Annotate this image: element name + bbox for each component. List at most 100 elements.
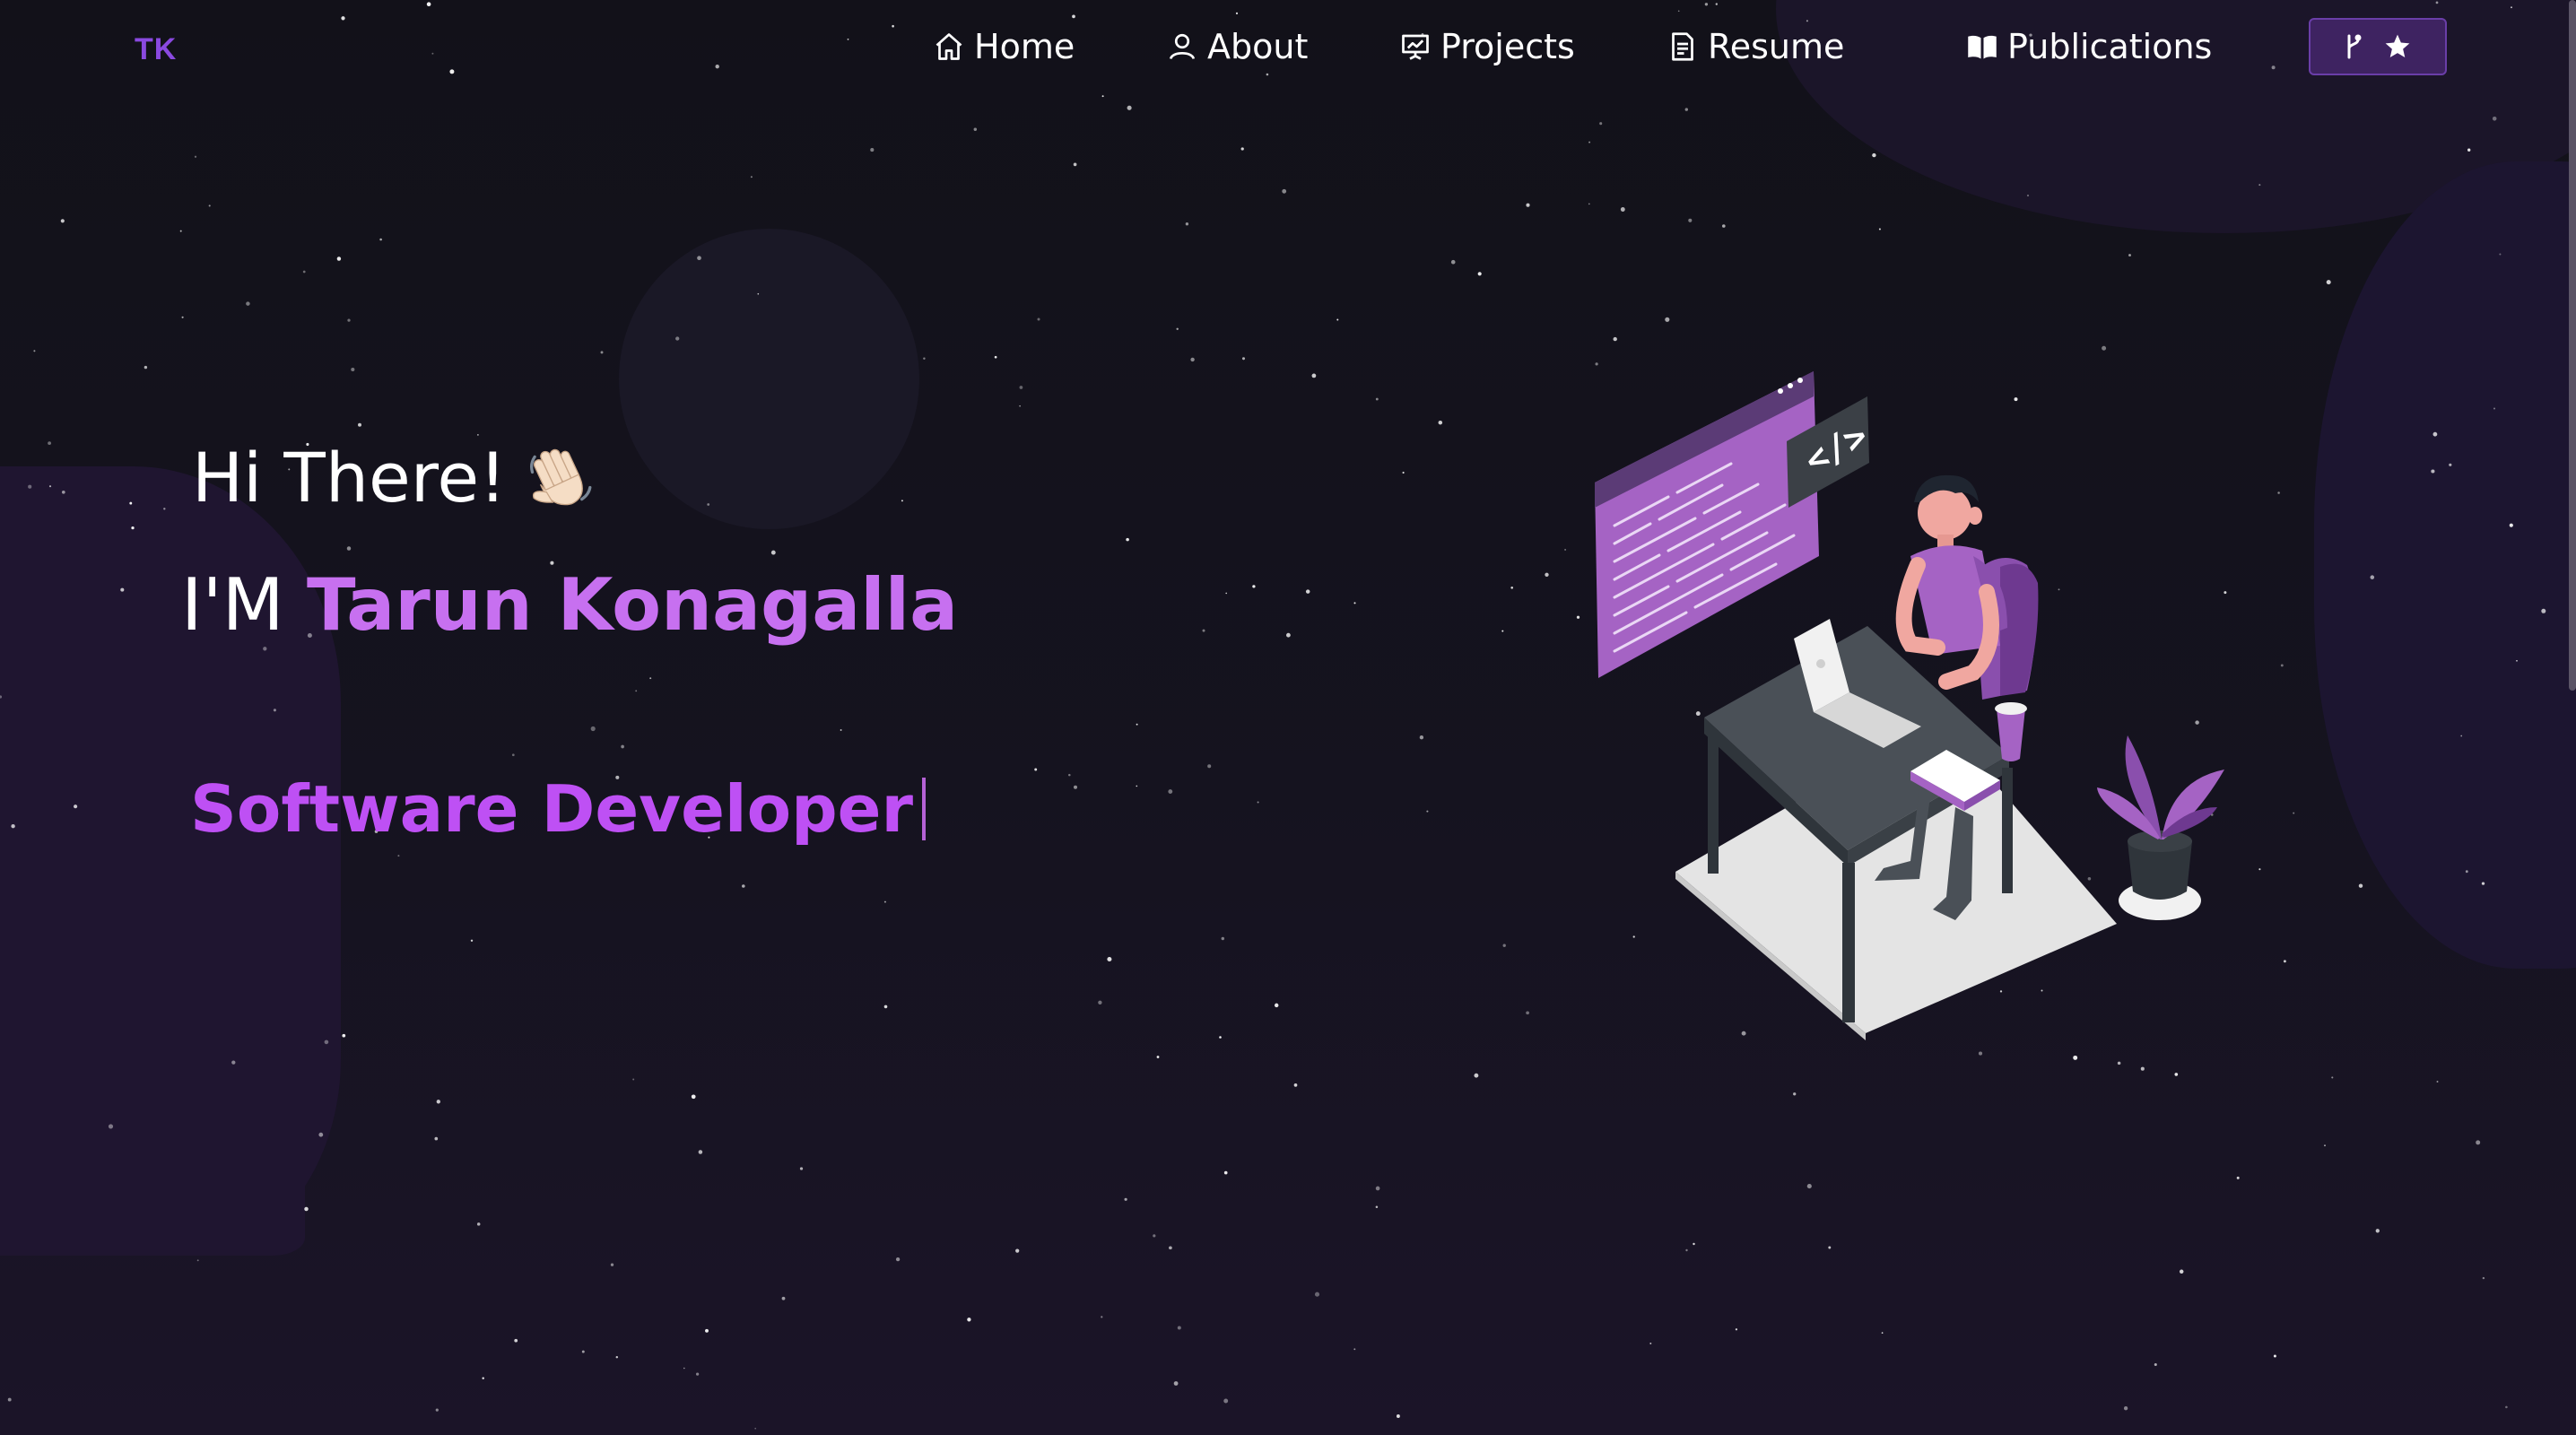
star [1274,1003,1279,1008]
star [742,884,745,888]
star [1620,207,1625,212]
star [196,1259,199,1262]
star [2435,1,2439,4]
star [923,357,926,360]
star [1526,1011,1529,1015]
star [1375,1186,1380,1191]
star [181,316,184,318]
star [2431,469,2435,474]
star [1375,397,1379,401]
star [1704,3,1709,6]
star [1177,1326,1181,1330]
nav-resume-label: Resume [1708,27,1845,66]
star [477,434,479,436]
star [1101,95,1104,98]
star [2258,868,2261,871]
star [2449,463,2452,466]
star [60,219,65,223]
star [1293,1083,1298,1087]
star [1721,224,1726,228]
star [435,1408,439,1412]
nav-publications[interactable]: Publications [1966,20,2212,74]
star [1073,785,1078,789]
nav-home[interactable]: Home [933,20,1075,74]
star [1715,3,1718,5]
document-icon [1672,32,1693,61]
star [1502,944,1506,947]
star [1510,586,1514,589]
star [1311,373,1317,378]
star [194,155,197,158]
star [691,1094,696,1100]
star [2102,345,2107,351]
star [2476,1140,2481,1145]
star [1240,147,1244,151]
home-icon [936,33,962,60]
nav-projects-label: Projects [1440,27,1575,66]
star [1474,1073,1479,1078]
star [1235,12,1239,14]
star [2516,659,2518,662]
star [698,1150,703,1154]
star [1438,420,1443,425]
star [341,16,345,21]
star [635,690,638,692]
star [2375,1229,2380,1233]
star [2331,1076,2334,1079]
nav-about-label: About [1207,27,1309,66]
scrollbar[interactable] [2569,0,2576,691]
star [1588,203,1590,205]
star [1185,222,1189,226]
star [144,365,148,370]
star [1588,141,1591,144]
waving-hand-icon [529,448,592,505]
star [1872,152,1876,158]
nav-projects[interactable]: Projects [1399,20,1575,74]
github-repo-button[interactable] [2309,18,2447,75]
star [683,1367,685,1370]
star [263,647,267,651]
star [2026,194,2030,197]
star [1396,1414,1400,1418]
star [1207,764,1212,769]
star [1168,789,1173,795]
star [1881,1332,1884,1334]
star [847,38,849,40]
star [973,127,978,132]
star [2511,6,2512,9]
star [1599,122,1603,126]
nav-resume[interactable]: Resume [1667,20,1844,74]
star [397,855,400,857]
star [1677,10,1680,13]
star [1169,1246,1172,1250]
star [1286,632,1291,638]
star [1266,73,1269,76]
star [1684,108,1689,111]
star [434,1136,439,1141]
star [1353,602,1356,604]
star [2499,253,2502,256]
user-icon [1169,33,1196,60]
star [892,24,894,28]
star [1685,1248,1688,1252]
star [2277,491,2280,494]
star [1426,810,1429,813]
star [2324,1144,2326,1147]
star [967,1318,971,1322]
star [1176,327,1179,331]
star [2460,735,2463,737]
star [61,490,65,494]
typing-cursor [921,778,926,840]
star [1101,1316,1103,1318]
star [1221,936,1225,941]
nav-about[interactable]: About [1166,20,1308,74]
star [895,1257,901,1262]
star [449,69,455,74]
star [1305,589,1310,594]
site-logo[interactable]: TK [135,32,177,67]
nav-home-label: Home [974,27,1075,66]
star [1477,272,1482,276]
star [163,508,166,510]
star [1564,548,1567,551]
git-fork-icon [2347,34,2362,59]
